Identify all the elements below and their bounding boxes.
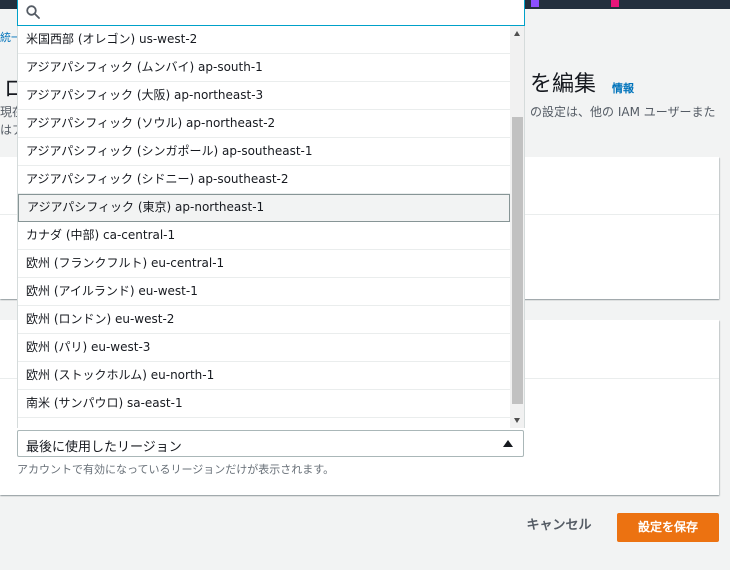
region-option[interactable]: カナダ (中部) ca-central-1: [18, 222, 510, 250]
search-icon: [26, 5, 40, 19]
region-option[interactable]: 欧州 (フランクフルト) eu-central-1: [18, 250, 510, 278]
scroll-down-arrow-icon[interactable]: [514, 418, 520, 423]
region-option[interactable]: 米国西部 (オレゴン) us-west-2: [18, 26, 510, 54]
region-dropdown-list: 米国西部 (オレゴン) us-west-2 アジアパシフィック (ムンバイ) ap…: [17, 26, 525, 428]
region-option[interactable]: アジアパシフィック (ソウル) ap-northeast-2: [18, 110, 510, 138]
select-value: 最後に使用したリージョン: [26, 440, 182, 455]
region-option[interactable]: 欧州 (ロンドン) eu-west-2: [18, 306, 510, 334]
save-button[interactable]: 設定を保存: [617, 513, 719, 542]
region-option[interactable]: アジアパシフィック (ムンバイ) ap-south-1: [18, 54, 510, 82]
page-title-suffix: を編集: [530, 72, 597, 97]
default-region-select[interactable]: 最後に使用したリージョン: [17, 430, 524, 457]
region-option[interactable]: 欧州 (アイルランド) eu-west-1: [18, 278, 510, 306]
caret-up-icon: [503, 440, 513, 447]
nav-chip-pink: [611, 0, 619, 7]
nav-chip-purple: [531, 0, 539, 7]
scroll-up-arrow-icon[interactable]: [514, 31, 520, 36]
region-search-input[interactable]: [46, 2, 510, 24]
region-option[interactable]: アジアパシフィック (東京) ap-northeast-1: [18, 194, 510, 222]
region-option[interactable]: 南米 (サンパウロ) sa-east-1: [18, 390, 510, 418]
page-description-tail: の設定は、他の IAM ユーザーまた: [530, 105, 716, 119]
scrollbar-thumb[interactable]: [512, 117, 523, 404]
info-link[interactable]: 情報: [612, 80, 634, 96]
region-option[interactable]: アジアパシフィック (シンガポール) ap-southeast-1: [18, 138, 510, 166]
region-search-box[interactable]: [17, 0, 525, 26]
helper-text: アカウントで有効になっているリージョンだけが表示されます。: [17, 463, 335, 476]
region-option[interactable]: アジアパシフィック (シドニー) ap-southeast-2: [18, 166, 510, 194]
region-options: 米国西部 (オレゴン) us-west-2 アジアパシフィック (ムンバイ) ap…: [18, 26, 510, 418]
cancel-button[interactable]: キャンセル: [518, 514, 600, 538]
region-option[interactable]: アジアパシフィック (大阪) ap-northeast-3: [18, 82, 510, 110]
region-option[interactable]: 欧州 (パリ) eu-west-3: [18, 334, 510, 362]
region-option[interactable]: 欧州 (ストックホルム) eu-north-1: [18, 362, 510, 390]
dropdown-scrollbar[interactable]: [510, 26, 524, 428]
